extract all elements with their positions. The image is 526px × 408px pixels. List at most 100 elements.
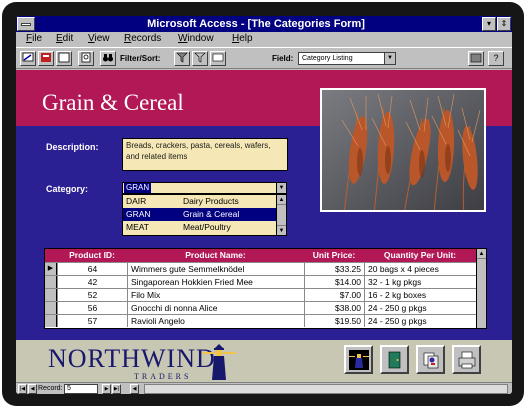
next-record-icon[interactable]: ▶ xyxy=(102,384,111,394)
previous-record-icon[interactable]: ◀ xyxy=(28,384,37,394)
cell-quantity-per-unit[interactable]: 24 - 250 g pkgs xyxy=(364,302,476,314)
cell-product-id[interactable]: 42 xyxy=(57,276,127,288)
record-label: Record: xyxy=(38,385,63,392)
chevron-down-icon[interactable]: ▼ xyxy=(384,53,395,64)
cell-unit-price[interactable]: $33.25 xyxy=(304,263,364,275)
show-all-records-button[interactable] xyxy=(210,51,226,66)
scroll-down-icon[interactable]: ▼ xyxy=(277,225,286,235)
cell-unit-price[interactable]: $14.00 xyxy=(304,276,364,288)
category-dropdown-list: DAIR Dairy Products GRAN Grain & Cereal … xyxy=(122,194,287,236)
chevron-down-icon[interactable]: ▼ xyxy=(276,183,286,193)
cell-product-name[interactable]: Singaporean Hokkien Fried Mee xyxy=(127,276,304,288)
table-row[interactable]: 57 Ravioli Angelo $19.50 24 - 250 g pkgs xyxy=(45,314,476,327)
products-scrollbar[interactable]: ▲ xyxy=(476,249,486,328)
scroll-up-icon[interactable]: ▲ xyxy=(277,195,286,205)
database-window-button[interactable] xyxy=(468,51,484,66)
menu-file[interactable]: File xyxy=(26,32,42,46)
menu-bar: File Edit View Records Window Help xyxy=(16,32,512,46)
toolbar: Filter/Sort: Field: Category Listing ▼ ? xyxy=(16,47,512,69)
print-report-button[interactable] xyxy=(344,345,373,374)
cell-product-name[interactable]: Ravioli Angelo xyxy=(127,315,304,327)
row-selector[interactable] xyxy=(45,289,57,301)
table-row[interactable]: ▶ 64 Wimmers gute Semmelknödel $33.25 20 bag… xyxy=(45,262,476,275)
cell-quantity-per-unit[interactable]: 20 bags x 4 pieces xyxy=(364,263,476,275)
cell-product-id[interactable]: 52 xyxy=(57,289,127,301)
design-view-button[interactable] xyxy=(20,51,36,66)
row-selector[interactable] xyxy=(45,315,57,327)
title-bar: Microsoft Access - [The Categories Form]… xyxy=(16,16,512,32)
form-icon xyxy=(41,53,51,62)
menu-view[interactable]: View xyxy=(88,32,110,46)
field-label: Field: xyxy=(272,54,294,63)
dropdown-scrollbar[interactable]: ▲ ▼ xyxy=(276,195,286,235)
cell-product-name[interactable]: Gnocchi di nonna Alice xyxy=(127,302,304,314)
cell-product-name[interactable]: Filo Mix xyxy=(127,289,304,301)
find-button[interactable] xyxy=(100,51,116,66)
category-combo-value: GRAN xyxy=(124,183,152,193)
menu-edit[interactable]: Edit xyxy=(56,32,73,46)
table-row[interactable]: 56 Gnocchi di nonna Alice $38.00 24 - 250 g… xyxy=(45,301,476,314)
system-menu-button[interactable] xyxy=(17,17,35,31)
products-header-row: Product ID: Product Name: Unit Price: Qu… xyxy=(45,249,486,262)
menu-records[interactable]: Records xyxy=(124,32,161,46)
cell-product-id[interactable]: 64 xyxy=(57,263,127,275)
category-title: Grain & Cereal xyxy=(42,90,184,115)
form-view-button[interactable] xyxy=(38,51,54,66)
cell-unit-price[interactable]: $38.00 xyxy=(304,302,364,314)
column-header-quantity-per-unit[interactable]: Quantity Per Unit: xyxy=(364,249,476,262)
apply-filter-button[interactable] xyxy=(192,51,208,66)
northwind-logo: NORTHWIND xyxy=(48,344,216,373)
row-selector[interactable] xyxy=(45,276,57,288)
cell-quantity-per-unit[interactable]: 24 - 250 g pkgs xyxy=(364,315,476,327)
dropdown-option-selected[interactable]: GRAN Grain & Cereal xyxy=(123,208,277,221)
documents-icon xyxy=(423,352,439,369)
preview-button[interactable] xyxy=(416,345,445,374)
cell-unit-price[interactable]: $7.00 xyxy=(304,289,364,301)
print-preview-icon xyxy=(81,52,91,63)
print-preview-button[interactable] xyxy=(78,51,94,66)
database-icon xyxy=(470,53,482,63)
minimize-button[interactable]: ▾ xyxy=(482,17,496,31)
cell-product-id[interactable]: 57 xyxy=(57,315,127,327)
cell-unit-price[interactable]: $19.50 xyxy=(304,315,364,327)
scroll-left-icon[interactable]: ◀ xyxy=(130,384,139,394)
print-button[interactable] xyxy=(452,345,481,374)
row-selector[interactable]: ▶ xyxy=(45,263,57,275)
scroll-up-icon[interactable]: ▲ xyxy=(477,249,486,259)
dropdown-option[interactable]: DAIR Dairy Products xyxy=(123,195,277,208)
record-number-input[interactable]: 5 xyxy=(64,384,98,394)
menu-window[interactable]: Window xyxy=(178,32,214,46)
description-field[interactable]: Breads, crackers, pasta, cereals, wafers… xyxy=(122,138,288,171)
edit-filter-button[interactable] xyxy=(174,51,190,66)
option-name: Dairy Products xyxy=(183,196,239,206)
cell-quantity-per-unit[interactable]: 32 - 1 kg pkgs xyxy=(364,276,476,288)
cell-product-id[interactable]: 56 xyxy=(57,302,127,314)
help-button[interactable]: ? xyxy=(488,51,504,66)
category-photo xyxy=(320,88,486,212)
horizontal-scrollbar[interactable] xyxy=(144,384,508,394)
cell-product-name[interactable]: Wimmers gute Semmelknödel xyxy=(127,263,304,275)
datasheet-view-button[interactable] xyxy=(56,51,72,66)
category-combo[interactable]: GRAN ▼ xyxy=(122,182,287,194)
restore-button[interactable]: ⇕ xyxy=(497,17,511,31)
table-row[interactable]: 52 Filo Mix $7.00 16 - 2 kg boxes xyxy=(45,288,476,301)
door-icon xyxy=(388,351,401,369)
column-header-product-name[interactable]: Product Name: xyxy=(127,249,304,262)
record-navigation-bar: |◀ ◀ Record: 5 ▶ ▶| ◀ xyxy=(16,382,512,394)
last-record-icon[interactable]: ▶| xyxy=(112,384,121,394)
first-record-icon[interactable]: |◀ xyxy=(18,384,27,394)
table-row[interactable]: 42 Singaporean Hokkien Fried Mee $14.00 32 … xyxy=(45,275,476,288)
option-code: GRAN xyxy=(126,209,151,219)
description-label: Description: xyxy=(46,142,99,152)
cell-quantity-per-unit[interactable]: 16 - 2 kg boxes xyxy=(364,289,476,301)
menu-help[interactable]: Help xyxy=(232,32,253,46)
field-select[interactable]: Category Listing ▼ xyxy=(298,52,396,65)
option-name: Meat/Poultry xyxy=(183,222,231,232)
column-header-product-id[interactable]: Product ID: xyxy=(57,249,127,262)
printer-icon xyxy=(458,351,476,369)
exit-button[interactable] xyxy=(380,345,409,374)
lighthouse-icon xyxy=(202,344,236,380)
row-selector[interactable] xyxy=(45,302,57,314)
column-header-unit-price[interactable]: Unit Price: xyxy=(304,249,364,262)
dropdown-option[interactable]: MEAT Meat/Poultry xyxy=(123,221,277,234)
